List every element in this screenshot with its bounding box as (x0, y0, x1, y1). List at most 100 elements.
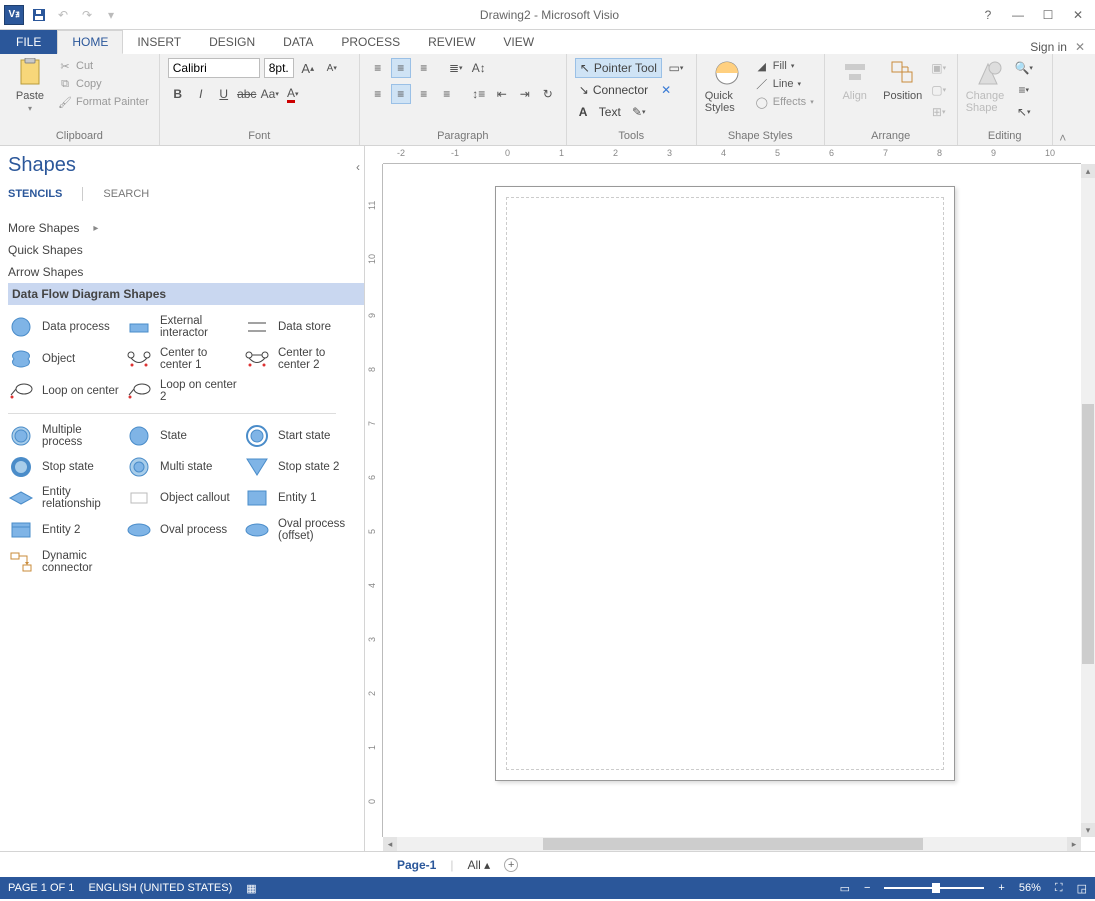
scroll-left-icon[interactable]: ◂ (383, 837, 397, 851)
tab-insert[interactable]: INSERT (123, 30, 195, 54)
connection-point-icon[interactable]: ✕ (656, 80, 676, 100)
font-color-icon[interactable]: A▾ (283, 84, 303, 104)
align-left-icon[interactable]: ≡ (368, 84, 388, 104)
zoom-slider[interactable] (884, 887, 984, 889)
shape-center1[interactable]: Center to center 1 (126, 345, 238, 373)
shape-stop-state[interactable]: Stop state (8, 454, 120, 480)
paste-button[interactable]: Paste ▾ (8, 58, 52, 113)
fit-page-icon[interactable]: ⛶ (1055, 882, 1063, 895)
font-size-input[interactable] (264, 58, 294, 78)
canvas-area[interactable]: -2-1012345678910 01234567891011 ◂ ▸ ▴ ▾ (365, 146, 1095, 851)
cut-button[interactable]: ✂Cut (56, 58, 151, 74)
tab-view[interactable]: VIEW (489, 30, 548, 54)
macro-record-icon[interactable]: ▦ (246, 882, 256, 895)
align-right-icon[interactable]: ≡ (414, 84, 434, 104)
zoom-in-icon[interactable]: + (998, 882, 1004, 894)
collapse-pane-icon[interactable]: ‹ (356, 160, 360, 174)
scroll-thumb-v[interactable] (1082, 404, 1094, 664)
full-screen-icon[interactable]: ◲ (1077, 882, 1087, 895)
shape-multiple-process[interactable]: Multiple process (8, 422, 120, 450)
tab-review[interactable]: REVIEW (414, 30, 489, 54)
shape-state[interactable]: State (126, 422, 238, 450)
scroll-thumb-h[interactable] (543, 838, 923, 850)
increase-indent-icon[interactable]: ⇥ (515, 84, 535, 104)
pointer-tool-button[interactable]: ↖Pointer Tool (575, 58, 662, 78)
presentation-mode-icon[interactable]: ▭ (840, 882, 850, 895)
collapse-ribbon-icon[interactable]: ˄ (1053, 54, 1073, 145)
shape-loop2[interactable]: Loop on center 2 (126, 377, 238, 405)
qat-customize-icon[interactable]: ▾ (102, 6, 120, 24)
shape-entity1[interactable]: Entity 1 (244, 484, 356, 512)
shape-object-callout[interactable]: Object callout (126, 484, 238, 512)
text-direction-icon[interactable]: A↕ (469, 58, 489, 78)
grow-font-icon[interactable]: A▴ (298, 58, 318, 78)
connector-tool-button[interactable]: ↘Connector (575, 80, 652, 100)
shape-data-process[interactable]: Data process (8, 313, 120, 341)
search-tab[interactable]: SEARCH (103, 188, 149, 200)
scrollbar-vertical[interactable]: ▴ ▾ (1081, 164, 1095, 837)
align-button[interactable]: Align (833, 58, 877, 102)
maximize-icon[interactable]: ☐ (1039, 6, 1057, 24)
quick-shapes-item[interactable]: Quick Shapes (8, 239, 364, 261)
change-shape-button[interactable]: Change Shape (966, 58, 1010, 114)
dfd-shapes-item[interactable]: Data Flow Diagram Shapes (8, 283, 364, 305)
bold-icon[interactable]: B (168, 84, 188, 104)
align-center-icon[interactable]: ≡ (391, 84, 411, 104)
zoom-out-icon[interactable]: − (864, 882, 870, 894)
close-icon[interactable]: ✕ (1069, 6, 1087, 24)
shape-oval-process[interactable]: Oval process (126, 516, 238, 544)
tab-process[interactable]: PROCESS (327, 30, 414, 54)
tab-data[interactable]: DATA (269, 30, 327, 54)
effects-button[interactable]: ◯Effects▾ (753, 94, 816, 110)
send-back-icon[interactable]: ▢▾ (929, 80, 949, 100)
position-button[interactable]: Position (881, 58, 925, 102)
workspace-close-icon[interactable]: ✕ (1075, 40, 1085, 54)
shape-start-state[interactable]: Start state (244, 422, 356, 450)
scroll-down-icon[interactable]: ▾ (1081, 823, 1095, 837)
scroll-up-icon[interactable]: ▴ (1081, 164, 1095, 178)
shape-external-interactor[interactable]: External interactor (126, 313, 238, 341)
tab-file[interactable]: FILE (0, 30, 57, 54)
help-icon[interactable]: ? (979, 6, 997, 24)
add-page-button[interactable]: + (504, 858, 518, 872)
qat-save-icon[interactable] (30, 6, 48, 24)
align-middle-icon[interactable]: ≡ (391, 58, 411, 78)
shape-object[interactable]: Object (8, 345, 120, 373)
shape-data-store[interactable]: Data store (244, 313, 356, 341)
drawing-page[interactable] (495, 186, 955, 781)
group-icon[interactable]: ⊞▾ (929, 102, 949, 122)
tab-design[interactable]: DESIGN (195, 30, 269, 54)
copy-button[interactable]: ⧉Copy (56, 76, 151, 92)
shape-stop-state2[interactable]: Stop state 2 (244, 454, 356, 480)
sign-in-link[interactable]: Sign in (1030, 40, 1067, 54)
fill-button[interactable]: ◢Fill▾ (753, 58, 816, 74)
layers-icon[interactable]: ≡▾ (1014, 80, 1034, 100)
rotate-text-icon[interactable]: ↻ (538, 84, 558, 104)
scroll-right-icon[interactable]: ▸ (1067, 837, 1081, 851)
stencils-tab[interactable]: STENCILS (8, 188, 62, 200)
minimize-icon[interactable]: — (1009, 6, 1027, 24)
underline-icon[interactable]: U (214, 84, 234, 104)
case-icon[interactable]: Aa▾ (260, 84, 280, 104)
scrollbar-horizontal[interactable]: ◂ ▸ (383, 837, 1081, 851)
line-button[interactable]: ／Line▾ (753, 76, 816, 92)
rectangle-tool-icon[interactable]: ▭▾ (666, 58, 686, 78)
shape-entity-rel[interactable]: Entity relationship (8, 484, 120, 512)
zoom-level[interactable]: 56% (1019, 882, 1041, 894)
arrow-shapes-item[interactable]: Arrow Shapes (8, 261, 364, 283)
select-icon[interactable]: ↖▾ (1014, 102, 1034, 122)
quick-styles-button[interactable]: Quick Styles (705, 58, 749, 114)
format-painter-button[interactable]: 🖌Format Painter (56, 94, 151, 110)
more-shapes-item[interactable]: More Shapes (8, 217, 364, 239)
qat-redo-icon[interactable]: ↷ (78, 6, 96, 24)
align-bottom-icon[interactable]: ≡ (414, 58, 434, 78)
bring-front-icon[interactable]: ▣▾ (929, 58, 949, 78)
shape-loop1[interactable]: Loop on center (8, 377, 120, 405)
shape-multi-state[interactable]: Multi state (126, 454, 238, 480)
tab-home[interactable]: HOME (57, 30, 123, 54)
justify-icon[interactable]: ≡ (437, 84, 457, 104)
shrink-font-icon[interactable]: A▾ (322, 58, 342, 78)
strike-icon[interactable]: abc (237, 84, 257, 104)
italic-icon[interactable]: I (191, 84, 211, 104)
status-language[interactable]: ENGLISH (UNITED STATES) (88, 882, 232, 894)
